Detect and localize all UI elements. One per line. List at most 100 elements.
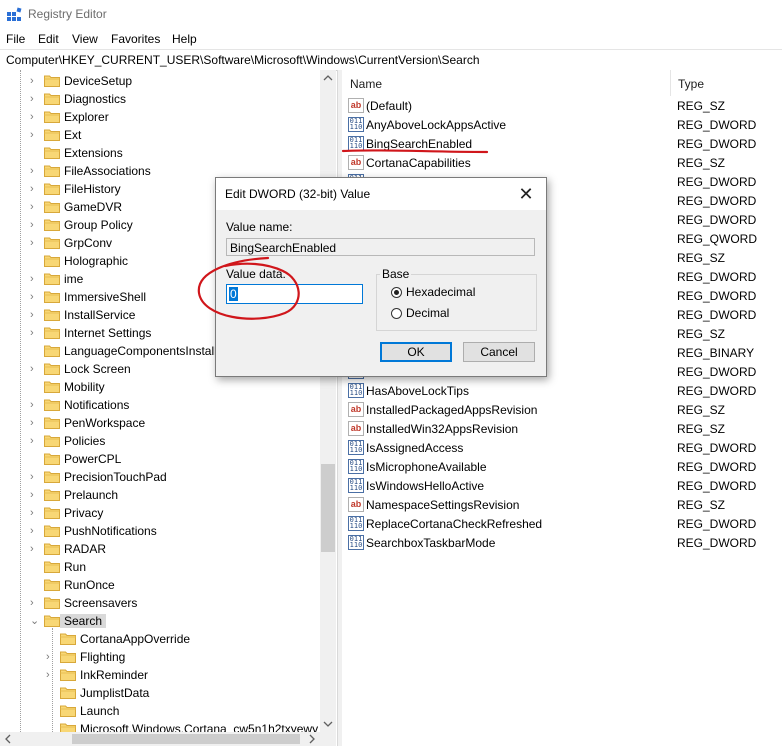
chevron-right-icon xyxy=(46,633,56,645)
tree-child-item[interactable]: CortanaAppOverride xyxy=(46,630,320,648)
decimal-radio[interactable] xyxy=(391,308,402,319)
column-header-type[interactable]: Type xyxy=(670,70,781,96)
tree-horizontal-scrollbar[interactable] xyxy=(0,732,336,746)
tree-item[interactable]: › Privacy xyxy=(30,504,320,522)
chevron-right-icon[interactable]: › xyxy=(30,219,40,231)
tree-item[interactable]: › Screensavers xyxy=(30,594,320,612)
menu-favorites[interactable]: Favorites xyxy=(111,32,160,46)
values-list[interactable]: Name Type ab (Default) REG_SZ 011 110 AnyAbov… xyxy=(342,70,782,746)
scroll-right-arrow-icon[interactable] xyxy=(306,733,318,745)
chevron-right-icon[interactable]: › xyxy=(30,417,40,429)
tree-item[interactable]: › Ext xyxy=(30,126,320,144)
tree-item[interactable]: › Prelaunch xyxy=(30,486,320,504)
tree-child-item[interactable]: Launch xyxy=(46,702,320,720)
menu-file[interactable]: File xyxy=(6,32,25,46)
chevron-right-icon[interactable]: › xyxy=(30,471,40,483)
chevron-right-icon[interactable]: › xyxy=(30,129,40,141)
value-data-text[interactable]: 0 xyxy=(229,287,238,301)
binary-value-icon: 011110 xyxy=(348,535,364,550)
chevron-right-icon[interactable]: › xyxy=(30,291,40,303)
value-name: InstalledWin32AppsRevision xyxy=(366,422,519,436)
chevron-right-icon[interactable]: › xyxy=(46,669,56,681)
tree-item[interactable]: PowerCPL xyxy=(30,450,320,468)
chevron-right-icon[interactable]: › xyxy=(30,273,40,285)
tree-item[interactable]: › Notifications xyxy=(30,396,320,414)
tree-item[interactable]: › RADAR xyxy=(30,540,320,558)
chevron-right-icon[interactable]: › xyxy=(30,237,40,249)
tree-child-item[interactable]: › Flighting xyxy=(46,648,320,666)
scroll-up-arrow-icon[interactable] xyxy=(320,70,336,86)
hexadecimal-label[interactable]: Hexadecimal xyxy=(406,285,475,299)
value-row[interactable]: ab CortanaCapabilities REG_SZ xyxy=(342,153,782,172)
tree-item[interactable]: Run xyxy=(30,558,320,576)
value-row[interactable]: ab InstalledPackagedAppsRevision REG_SZ xyxy=(342,400,782,419)
tree-item[interactable]: › Explorer xyxy=(30,108,320,126)
cancel-button[interactable]: Cancel xyxy=(463,342,535,362)
tree-item-label: Ext xyxy=(64,128,82,142)
ok-button[interactable]: OK xyxy=(380,342,452,362)
chevron-right-icon[interactable]: › xyxy=(30,435,40,447)
tree-child-item[interactable]: › InkReminder xyxy=(46,666,320,684)
hexadecimal-radio[interactable] xyxy=(391,287,402,298)
value-row[interactable]: ab InstalledWin32AppsRevision REG_SZ xyxy=(342,419,782,438)
menu-view[interactable]: View xyxy=(72,32,98,46)
chevron-right-icon[interactable]: › xyxy=(30,327,40,339)
chevron-right-icon[interactable]: › xyxy=(30,543,40,555)
decimal-label[interactable]: Decimal xyxy=(406,306,449,320)
scroll-thumb[interactable] xyxy=(321,464,335,552)
chevron-right-icon[interactable]: › xyxy=(30,201,40,213)
value-row[interactable]: 011 110 BingSearchEnabled REG_DWORD xyxy=(342,134,782,153)
value-row[interactable]: ab NamespaceSettingsRevision REG_SZ xyxy=(342,495,782,514)
chevron-right-icon[interactable]: › xyxy=(30,93,40,105)
chevron-right-icon[interactable]: › xyxy=(30,363,40,375)
column-header-name[interactable]: Name xyxy=(342,70,671,96)
value-row[interactable]: ab (Default) REG_SZ xyxy=(342,96,782,115)
value-row[interactable]: 011 110 IsWindowsHelloActive REG_DWORD xyxy=(342,476,782,495)
tree-item[interactable]: Extensions xyxy=(30,144,320,162)
dialog-title-bar: Edit DWORD (32-bit) Value ✕ xyxy=(216,178,546,210)
menu-edit[interactable]: Edit xyxy=(38,32,59,46)
tree-child-item[interactable]: Microsoft.Windows.Cortana_cw5n1h2txyewy xyxy=(46,720,320,732)
hscroll-thumb[interactable] xyxy=(72,734,300,744)
address-path[interactable]: Computer\HKEY_CURRENT_USER\Software\Micr… xyxy=(6,53,480,67)
folder-icon xyxy=(44,182,60,195)
scroll-left-arrow-icon[interactable] xyxy=(2,733,14,745)
chevron-right-icon[interactable]: › xyxy=(30,525,40,537)
tree-item[interactable]: ⌄ Search xyxy=(30,612,320,630)
tree-item[interactable]: › DeviceSetup xyxy=(30,72,320,90)
chevron-right-icon[interactable]: › xyxy=(30,489,40,501)
value-type: REG_DWORD xyxy=(677,517,757,531)
chevron-right-icon[interactable]: › xyxy=(30,183,40,195)
value-data-input[interactable]: 0 xyxy=(226,284,363,304)
chevron-right-icon[interactable]: › xyxy=(46,651,56,663)
chevron-right-icon[interactable]: › xyxy=(30,597,40,609)
tree-item[interactable]: Mobility xyxy=(30,378,320,396)
value-row[interactable]: 011 110 IsMicrophoneAvailable REG_DWORD xyxy=(342,457,782,476)
tree-vertical-scrollbar[interactable] xyxy=(320,70,336,732)
tree-child-item[interactable]: JumplistData xyxy=(46,684,320,702)
value-row[interactable]: 011 110 IsAssignedAccess REG_DWORD xyxy=(342,438,782,457)
chevron-down-icon[interactable]: ⌄ xyxy=(30,615,40,627)
scroll-down-arrow-icon[interactable] xyxy=(320,716,336,732)
chevron-right-icon[interactable]: › xyxy=(30,399,40,411)
chevron-right-icon[interactable]: › xyxy=(30,507,40,519)
key-tree[interactable]: › DeviceSetup › Diagnostics › Explorer › Ext Ext… xyxy=(0,70,320,732)
menu-help[interactable]: Help xyxy=(172,32,197,46)
value-row[interactable]: 011 110 SearchboxTaskbarMode REG_DWORD xyxy=(342,533,782,552)
value-row[interactable]: 011 110 AnyAboveLockAppsActive REG_DWORD xyxy=(342,115,782,134)
tree-item[interactable]: › PrecisionTouchPad xyxy=(30,468,320,486)
value-row[interactable]: 011 110 HasAboveLockTips REG_DWORD xyxy=(342,381,782,400)
chevron-right-icon[interactable]: › xyxy=(30,111,40,123)
tree-item[interactable]: › PushNotifications xyxy=(30,522,320,540)
tree-item[interactable]: › Policies xyxy=(30,432,320,450)
tree-item[interactable]: › PenWorkspace xyxy=(30,414,320,432)
address-bar[interactable]: Computer\HKEY_CURRENT_USER\Software\Micr… xyxy=(0,49,782,71)
close-icon[interactable]: ✕ xyxy=(516,184,536,204)
chevron-right-icon[interactable]: › xyxy=(30,75,40,87)
tree-item[interactable]: RunOnce xyxy=(30,576,320,594)
tree-item[interactable]: › Diagnostics xyxy=(30,90,320,108)
value-name: IsMicrophoneAvailable xyxy=(366,460,487,474)
value-row[interactable]: 011 110 ReplaceCortanaCheckRefreshed REG_DW… xyxy=(342,514,782,533)
chevron-right-icon[interactable]: › xyxy=(30,165,40,177)
chevron-right-icon[interactable]: › xyxy=(30,309,40,321)
